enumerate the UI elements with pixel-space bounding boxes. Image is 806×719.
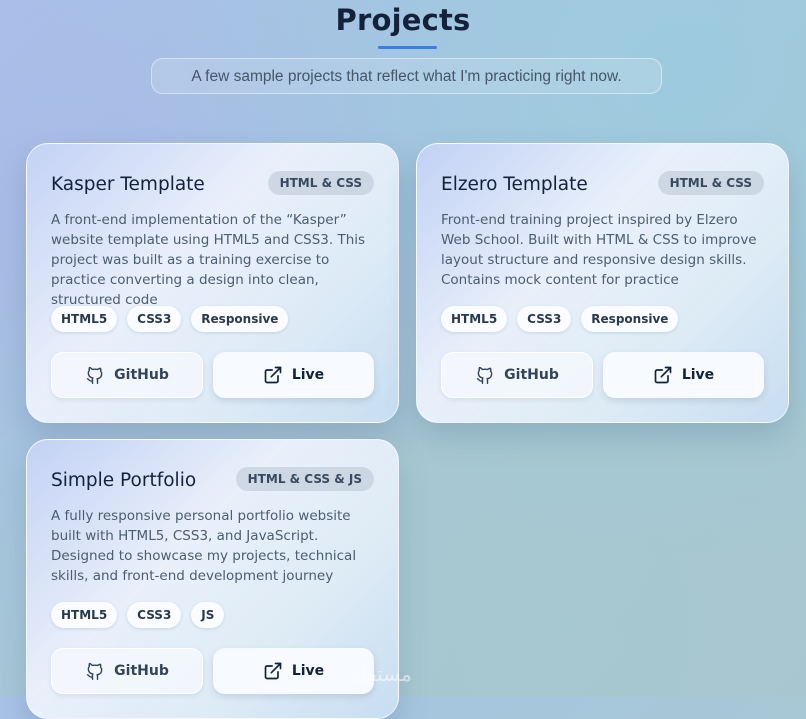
tag: CSS3	[127, 306, 182, 332]
github-label: GitHub	[114, 663, 169, 679]
external-link-icon	[653, 365, 673, 385]
live-label: Live	[681, 367, 715, 383]
live-button[interactable]: Live	[213, 648, 374, 694]
live-label: Live	[291, 663, 325, 679]
external-link-icon	[263, 365, 283, 385]
project-title: Elzero Template	[441, 174, 588, 195]
tag: JS	[191, 602, 225, 628]
live-button[interactable]: Live	[603, 352, 764, 398]
tag: HTML5	[51, 602, 118, 628]
tag: Responsive	[191, 306, 289, 332]
title-underline	[378, 46, 437, 49]
project-title: Simple Portfolio	[51, 470, 197, 491]
tech-badge: HTML & CSS	[267, 171, 374, 195]
project-card-elzero: Elzero Template HTML & CSS Front-end tra…	[416, 143, 789, 423]
github-label: GitHub	[114, 367, 169, 383]
github-button[interactable]: GitHub	[51, 352, 203, 398]
page-title: Projects	[335, 3, 471, 37]
project-title: Kasper Template	[51, 174, 205, 195]
github-label: GitHub	[504, 367, 559, 383]
project-description: Front-end training project inspired by E…	[441, 212, 757, 288]
tag: HTML5	[51, 306, 118, 332]
github-icon	[85, 365, 105, 385]
tech-badge: HTML & CSS	[657, 171, 764, 195]
tag: CSS3	[127, 602, 182, 628]
github-button[interactable]: GitHub	[51, 648, 203, 694]
github-button[interactable]: GitHub	[441, 352, 593, 398]
watermark: مستقل	[352, 662, 412, 686]
tag: CSS3	[517, 306, 572, 332]
tag-list: HTML5 CSS3 Responsive	[51, 306, 289, 332]
tag: Responsive	[581, 306, 679, 332]
live-label: Live	[291, 367, 325, 383]
project-card-kasper: Kasper Template HTML & CSS A front-end i…	[26, 143, 399, 423]
external-link-icon	[263, 661, 283, 681]
tag-list: HTML5 CSS3 JS	[51, 602, 225, 628]
project-card-portfolio: Simple Portfolio HTML & CSS & JS A fully…	[26, 439, 399, 719]
tag: HTML5	[441, 306, 508, 332]
tag-list: HTML5 CSS3 Responsive	[441, 306, 679, 332]
project-description: A front-end implementation of the “Kaspe…	[51, 212, 366, 308]
page-subtitle: A few sample projects that reflect what …	[151, 58, 662, 94]
project-description: A fully responsive personal portfolio we…	[51, 508, 357, 584]
live-button[interactable]: Live	[213, 352, 374, 398]
github-icon	[475, 365, 495, 385]
github-icon	[85, 661, 105, 681]
tech-badge: HTML & CSS & JS	[235, 467, 374, 491]
